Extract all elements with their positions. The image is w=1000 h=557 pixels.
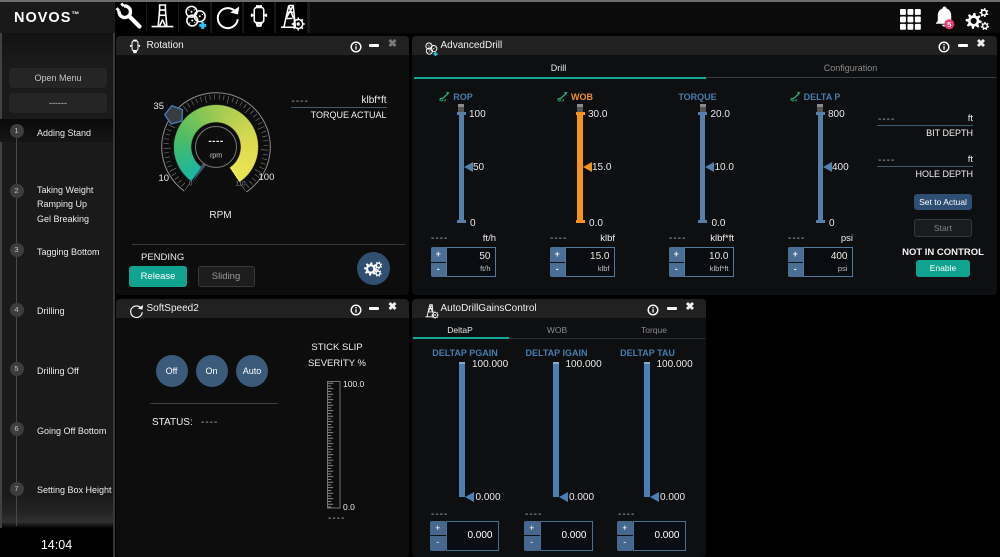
svg-text:5: 5	[947, 20, 952, 29]
svg-text:0: 0	[189, 181, 193, 188]
svg-text:110: 110	[235, 181, 246, 188]
svg-text:----: ----	[208, 136, 223, 147]
svg-text:rpm: rpm	[210, 153, 222, 160]
